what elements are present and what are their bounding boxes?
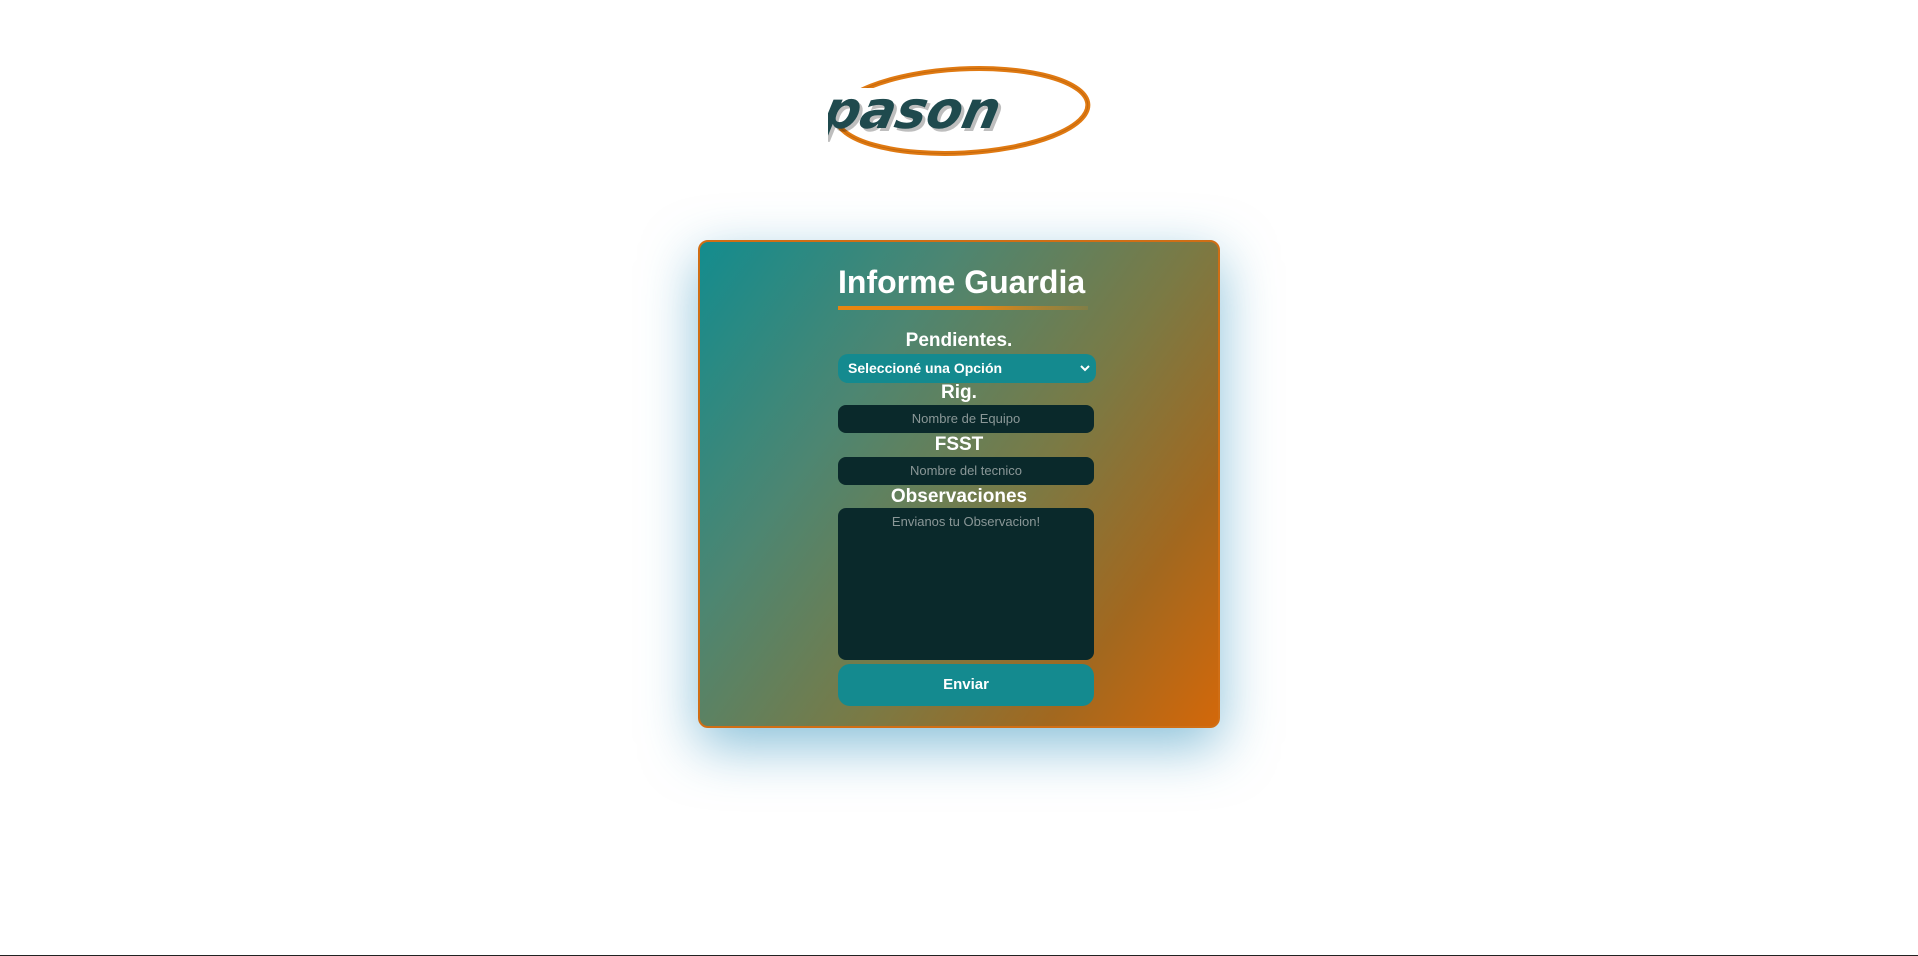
enviar-button[interactable]: Enviar <box>838 664 1094 706</box>
pendientes-label: Pendientes. <box>905 330 1013 351</box>
observaciones-label: Observaciones <box>890 486 1028 507</box>
pendientes-select[interactable]: Seleccioné una Opción <box>838 354 1096 383</box>
pason-logo-text: pason <box>828 81 1006 141</box>
pason-logo: pason pason <box>817 64 1094 162</box>
fsst-input[interactable]: Nombre del tecnico <box>838 457 1094 485</box>
pendientes-select-value: Seleccioné una Opción <box>848 360 1003 376</box>
pason-logo-graphic: pason pason <box>817 66 1091 156</box>
form-title: Informe Guardia <box>838 264 1086 300</box>
title-underline <box>838 306 1088 310</box>
observaciones-placeholder: Envianos tu Observacion! <box>891 514 1041 529</box>
fsst-label: FSST <box>934 434 984 455</box>
observaciones-textarea[interactable]: Envianos tu Observacion! <box>838 508 1094 660</box>
rig-input[interactable]: Nombre de Equipo <box>838 405 1094 433</box>
form-title-wrap: Informe Guardia <box>838 262 1088 310</box>
fsst-input-placeholder: Nombre del tecnico <box>910 463 1022 478</box>
rig-label: Rig. <box>941 382 977 403</box>
rig-input-placeholder: Nombre de Equipo <box>911 411 1021 426</box>
report-form-card: Informe Guardia Pendientes. Seleccioné u… <box>698 240 1220 728</box>
page: pason pason Informe Guardia Pendientes. … <box>0 0 1918 956</box>
